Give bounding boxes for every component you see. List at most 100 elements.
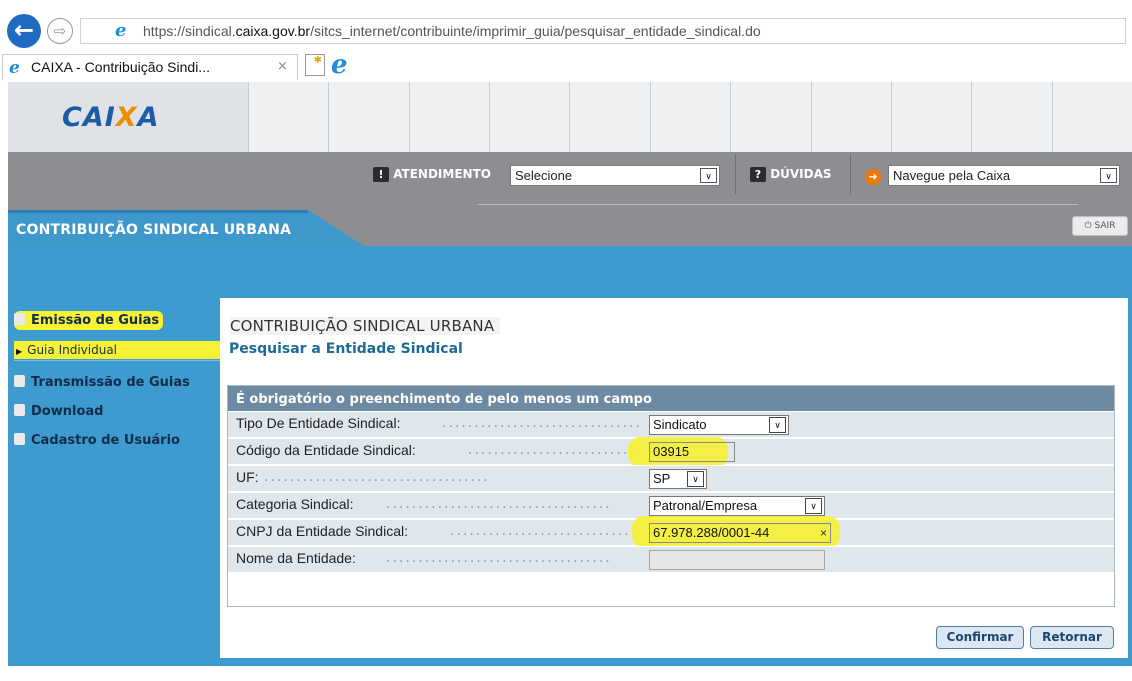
codigo-entidade-input[interactable]: 03915 [649,442,735,462]
header-cell [248,82,329,152]
dot-leader: ................................... [442,415,642,431]
categoria-select[interactable]: Patronal/Empresa ∨ [649,496,825,516]
header-cells [248,82,1132,152]
chevron-down-icon: ∨ [769,417,786,433]
sidebar-item-label: Download [31,404,104,419]
confirm-button[interactable]: Confirmar [936,626,1024,649]
chevron-down-icon: ∨ [687,471,704,487]
caixa-logo[interactable]: CAIXA [62,102,160,133]
forward-arrow-icon[interactable]: ⇨ [47,18,73,44]
form-row-tipo: Tipo De Entidade Sindical: .............… [228,411,1114,437]
form-row-categoria: Categoria Sindical: ....................… [228,492,1114,518]
ie-tab-icon: e [9,58,20,78]
header-cell [890,82,972,152]
atendimento-label-group: ! ATENDIMENTO [373,167,491,182]
divider [478,204,1078,205]
field-label: Código da Entidade Sindical: [236,442,416,458]
select-value: SP [653,471,671,486]
uf-select[interactable]: SP ∨ [649,469,707,489]
logout-button[interactable]: ⏻ SAIR [1072,216,1128,236]
nome-entidade-input [649,550,825,570]
divider [14,360,220,361]
browser-tab-bar: e CAIXA - Contribuição Sindi... × [0,50,1132,80]
atendimento-label: ATENDIMENTO [393,167,491,181]
divider [735,154,736,194]
header-cell [649,82,731,152]
page-heading: CONTRIBUIÇÃO SINDICAL URBANA [230,317,501,335]
field-label: Nome da Entidade: [236,550,356,566]
form-header: É obrigatório o preenchimento de pelo me… [228,386,1114,411]
header-cell [730,82,811,152]
ie-page-icon: e [115,20,127,41]
field-label: Categoria Sindical: [236,496,354,512]
bullet-icon [14,433,25,445]
header-cell [489,82,570,152]
select-value: Patronal/Empresa [653,498,758,513]
section-title: CONTRIBUIÇÃO SINDICAL URBANA [16,222,292,238]
arrow-right-icon: ➜ [865,169,881,185]
field-label: UF: [236,469,259,485]
field-label: CNPJ da Entidade Sindical: [236,523,408,539]
close-tab-icon[interactable]: × [277,59,288,74]
exclamation-icon: ! [373,167,389,182]
header-cell [408,82,490,152]
header-cell [971,82,1052,152]
select-value: Sindicato [653,417,707,432]
sidebar-item-emissao[interactable]: Emissão de Guias [14,311,164,330]
page-subheading: Pesquisar a Entidade Sindical [229,341,463,357]
sidebar-item-download[interactable]: Download [14,404,103,419]
clear-icon[interactable]: × [820,524,827,542]
bottom-strip [0,666,1132,681]
ie-logo-icon[interactable]: e [331,50,348,80]
sidebar-item-transmissao[interactable]: Transmissão de Guias [14,375,190,390]
content-card: CONTRIBUIÇÃO SINDICAL URBANA Pesquisar a… [220,298,1128,658]
chevron-down-icon: ∨ [1100,168,1117,183]
atendimento-select[interactable]: Selecione ∨ [510,165,720,186]
form-row-nome: Nome da Entidade: ......................… [228,546,1114,572]
header-cell [810,82,891,152]
form-row-uf: UF: ................................... … [228,465,1114,491]
cnpj-input[interactable]: 67.978.288/0001-44 × [649,523,831,543]
search-form: É obrigatório o preenchimento de pelo me… [227,385,1115,607]
browser-tab[interactable]: e CAIXA - Contribuição Sindi... × [2,54,298,80]
bullet-icon [14,313,25,325]
question-icon: ? [750,167,766,182]
dot-leader: ................................... [450,523,636,539]
power-icon: ⏻ [1084,221,1092,231]
form-row-codigo: Código da Entidade Sindical: ...........… [228,437,1114,467]
navegue-select[interactable]: Navegue pela Caixa ∨ [888,165,1120,186]
atendimento-value: Selecione [515,168,573,183]
tab-title: CAIXA - Contribuição Sindi... [31,59,210,75]
header-cell [569,82,650,152]
dot-leader: ................................... [386,496,612,512]
dot-leader: ................................... [468,442,633,458]
url-field[interactable]: e https://sindical.caixa.gov.br/sitcs_in… [80,18,1126,44]
duvidas-label-group[interactable]: ? DÚVIDAS [750,167,832,182]
section-tab-slope [308,210,364,246]
return-button[interactable]: Retornar [1030,626,1114,649]
sidebar-item-label: Transmissão de Guias [31,375,190,390]
form-row-cnpj: CNPJ da Entidade Sindical: .............… [228,516,1114,548]
duvidas-label: DÚVIDAS [770,167,832,181]
dot-leader: ................................... [386,550,612,566]
chevron-down-icon: ∨ [805,498,822,514]
chevron-down-icon: ∨ [700,168,717,183]
tipo-entidade-select[interactable]: Sindicato ∨ [649,415,789,435]
triangle-right-icon: ▶ [16,347,23,356]
navegue-value: Navegue pela Caixa [893,168,1011,183]
browser-address-bar: ← ⇨ e https://sindical.caixa.gov.br/sitc… [0,0,1132,50]
sidebar-sub-item-guia-individual[interactable]: ▶ Guia Individual [14,341,220,359]
sidebar-item-label: Emissão de Guias [31,313,160,328]
sidebar-item-cadastro[interactable]: Cadastro de Usuário [14,433,180,448]
input-value: 67.978.288/0001-44 [653,525,770,540]
field-label: Tipo De Entidade Sindical: [236,415,401,431]
bullet-icon [14,375,25,387]
dot-leader: ................................... [264,469,490,485]
divider [850,154,851,194]
logo-area: CAIXA [8,82,248,152]
bullet-icon [14,404,25,416]
url-text: https://sindical.caixa.gov.br/sitcs_inte… [143,23,761,39]
header-cell [1051,82,1132,152]
back-arrow-icon[interactable]: ← [7,14,41,48]
new-tab-icon[interactable]: ✱ [305,54,325,76]
